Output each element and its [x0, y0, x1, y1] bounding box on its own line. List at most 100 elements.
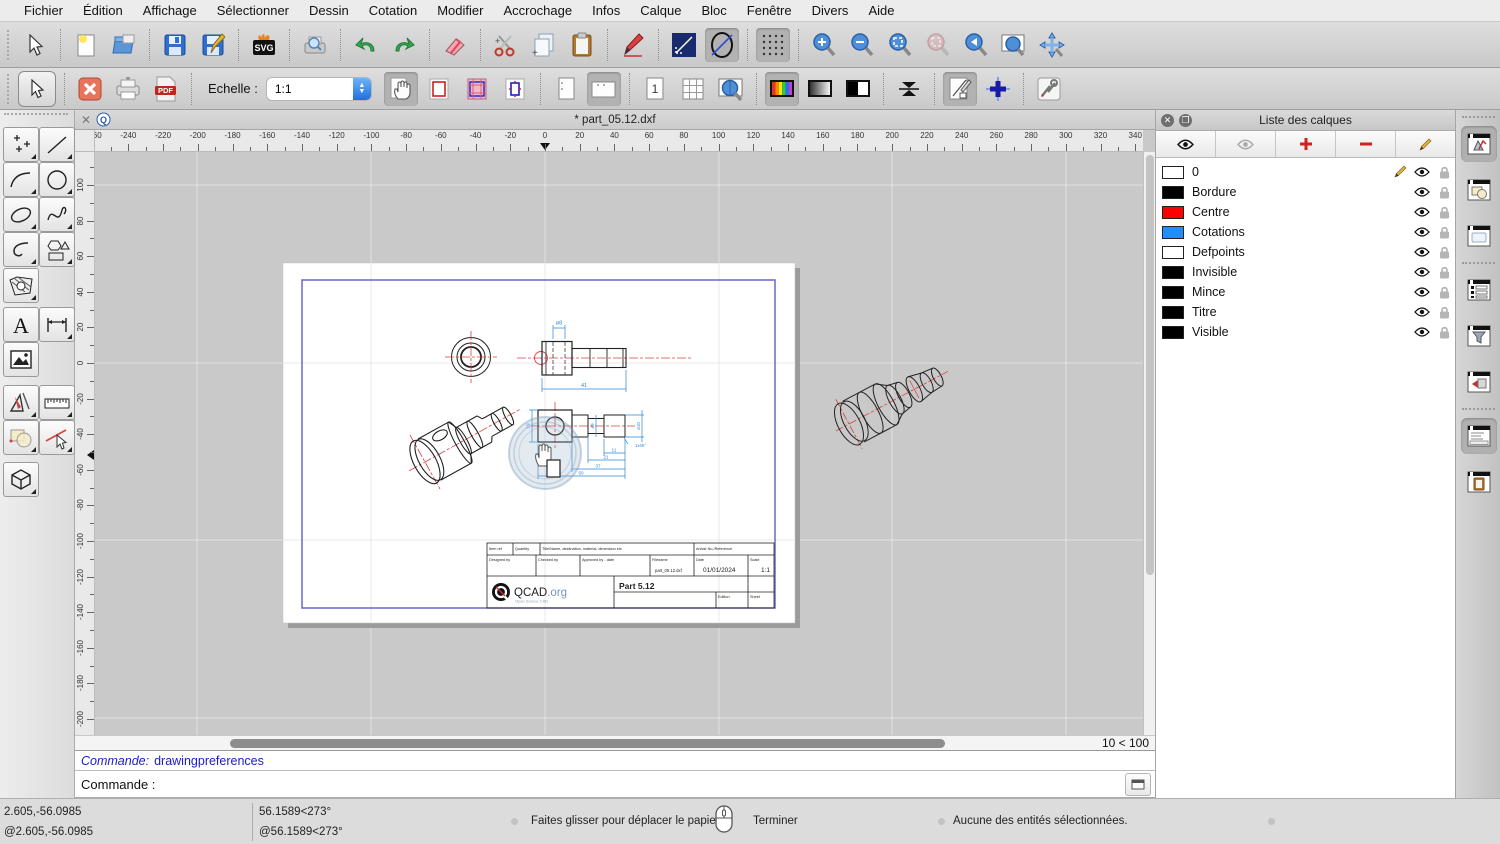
undo-icon[interactable]: [349, 28, 383, 62]
menu-fichier[interactable]: Fichier: [14, 3, 73, 18]
eraser-icon[interactable]: [438, 28, 472, 62]
grid-toggle-icon[interactable]: [756, 27, 790, 62]
blackwhite-mode-icon[interactable]: [841, 72, 875, 106]
drawing-canvas[interactable]: ø8 41 ø9 ø10 1x45° 11 21 37 50 Item ref …: [95, 152, 1143, 735]
print-icon[interactable]: [111, 72, 145, 106]
dock-selection-filter-icon[interactable]: [1461, 318, 1497, 354]
remove-layer-icon[interactable]: [1336, 131, 1396, 157]
open-file-icon[interactable]: [107, 28, 141, 62]
menu-divers[interactable]: Divers: [802, 3, 859, 18]
dock-property-editor-icon[interactable]: [1461, 272, 1497, 308]
layer-row-0[interactable]: 0: [1156, 162, 1455, 182]
layer-visibility-eye-icon[interactable]: [1411, 167, 1433, 177]
paper-fit-icon[interactable]: [498, 72, 532, 106]
hide-all-layers-eye-icon[interactable]: [1216, 131, 1276, 157]
layer-visibility-eye-icon[interactable]: [1411, 247, 1433, 257]
layer-lock-icon[interactable]: [1433, 286, 1455, 299]
selection-pointer-icon[interactable]: [18, 70, 56, 107]
h-scroll-thumb[interactable]: [230, 739, 945, 748]
modify-tool-icon[interactable]: [39, 420, 75, 455]
zoom-previous-icon[interactable]: [959, 28, 993, 62]
pan-icon[interactable]: [1035, 28, 1069, 62]
lengthen-tool-icon[interactable]: [667, 28, 701, 62]
svg-export-icon[interactable]: SVG: [247, 28, 281, 62]
layer-lock-icon[interactable]: [1433, 206, 1455, 219]
dock-command-line-icon[interactable]: [1461, 418, 1497, 454]
canvas-horizontal-scrollbar[interactable]: 10 < 100: [75, 735, 1155, 750]
command-input[interactable]: [161, 775, 1125, 793]
menu-calque[interactable]: Calque: [630, 3, 691, 18]
layer-lock-icon[interactable]: [1433, 166, 1455, 179]
menu-accrochage[interactable]: Accrochage: [493, 3, 582, 18]
layer-row-Bordure[interactable]: Bordure: [1156, 182, 1455, 202]
move-paper-hand-icon[interactable]: [383, 71, 418, 106]
layer-row-Visible[interactable]: Visible: [1156, 322, 1455, 342]
command-expand-button[interactable]: [1125, 772, 1151, 796]
layer-visibility-eye-icon[interactable]: [1411, 187, 1433, 197]
zoom-window-icon[interactable]: [997, 28, 1031, 62]
layer-row-Defpoints[interactable]: Defpoints: [1156, 242, 1455, 262]
page-landscape-icon[interactable]: [586, 71, 621, 106]
edit-layer-pencil-icon[interactable]: [1396, 131, 1455, 157]
text-tool-icon[interactable]: A: [3, 307, 39, 342]
menu-affichage[interactable]: Affichage: [133, 3, 207, 18]
palette-drag-handle[interactable]: [4, 113, 68, 115]
grayscale-mode-icon[interactable]: [803, 72, 837, 106]
menu-bloc[interactable]: Bloc: [691, 3, 736, 18]
point-tool-icon[interactable]: [3, 127, 39, 162]
polyline-tool-icon[interactable]: [3, 232, 39, 267]
add-layer-icon[interactable]: [1276, 131, 1336, 157]
layer-visibility-eye-icon[interactable]: [1411, 327, 1433, 337]
paper-borders-icon[interactable]: [422, 72, 456, 106]
preferences-wrench-icon[interactable]: [1032, 72, 1066, 106]
ellipse-tool-icon[interactable]: [3, 197, 39, 232]
save-file-icon[interactable]: [158, 28, 192, 62]
zoom-in-icon[interactable]: [807, 28, 841, 62]
layer-lock-icon[interactable]: [1433, 226, 1455, 239]
block-tool-icon[interactable]: [3, 420, 39, 455]
dock-view-list-icon[interactable]: [1461, 218, 1497, 254]
layer-visibility-eye-icon[interactable]: [1411, 227, 1433, 237]
dock-block-list-icon[interactable]: [1461, 172, 1497, 208]
layer-lock-icon[interactable]: [1433, 266, 1455, 279]
panel-float-icon[interactable]: ❐: [1179, 113, 1192, 127]
layer-visibility-eye-icon[interactable]: [1411, 307, 1433, 317]
redo-icon[interactable]: [387, 28, 421, 62]
dock-clipboard-panel-icon[interactable]: [1461, 464, 1497, 500]
paper-offset-icon[interactable]: [892, 72, 926, 106]
menu-aide[interactable]: Aide: [858, 3, 904, 18]
pdf-export-icon[interactable]: PDF: [149, 72, 183, 106]
shape-tool-icon[interactable]: [39, 232, 75, 267]
menu-cotation[interactable]: Cotation: [359, 3, 427, 18]
layer-lock-icon[interactable]: [1433, 186, 1455, 199]
misc-draw-tool-icon[interactable]: [3, 385, 39, 420]
color-mode-icon[interactable]: [764, 71, 799, 106]
origin-crosshair-icon[interactable]: [981, 72, 1015, 106]
layer-row-Centre[interactable]: Centre: [1156, 202, 1455, 222]
save-as-file-icon[interactable]: [196, 28, 230, 62]
layer-row-Cotations[interactable]: Cotations: [1156, 222, 1455, 242]
dimension-tool-icon[interactable]: [39, 307, 75, 342]
zoom-auto-icon[interactable]: [883, 28, 917, 62]
tab-title[interactable]: * part_05.12.dxf: [75, 114, 1155, 126]
paste-icon[interactable]: [565, 28, 599, 62]
tab-close-icon[interactable]: ✕: [81, 113, 91, 127]
image-tool-icon[interactable]: [3, 342, 39, 377]
scale-stepper-icon[interactable]: ▲ ▼: [352, 77, 371, 100]
zoom-out-icon[interactable]: [845, 28, 879, 62]
show-all-layers-eye-icon[interactable]: [1156, 131, 1216, 157]
copy-icon[interactable]: +: [527, 28, 561, 62]
canvas-vertical-scrollbar[interactable]: [1143, 152, 1155, 735]
measure-tool-icon[interactable]: [39, 385, 75, 420]
menu-selectionner[interactable]: Sélectionner: [207, 3, 299, 18]
single-page-icon[interactable]: 1: [638, 72, 672, 106]
menu-fenetre[interactable]: Fenêtre: [737, 3, 802, 18]
spline-tool-icon[interactable]: [39, 197, 75, 232]
menu-infos[interactable]: Infos: [582, 3, 630, 18]
layer-lock-icon[interactable]: [1433, 306, 1455, 319]
v-scroll-thumb[interactable]: [1145, 155, 1154, 575]
zoom-page-icon[interactable]: [714, 72, 748, 106]
dock-layer-list-icon[interactable]: [1461, 126, 1497, 162]
layer-visibility-eye-icon[interactable]: [1411, 267, 1433, 277]
panel-close-icon[interactable]: ✕: [1161, 113, 1174, 127]
